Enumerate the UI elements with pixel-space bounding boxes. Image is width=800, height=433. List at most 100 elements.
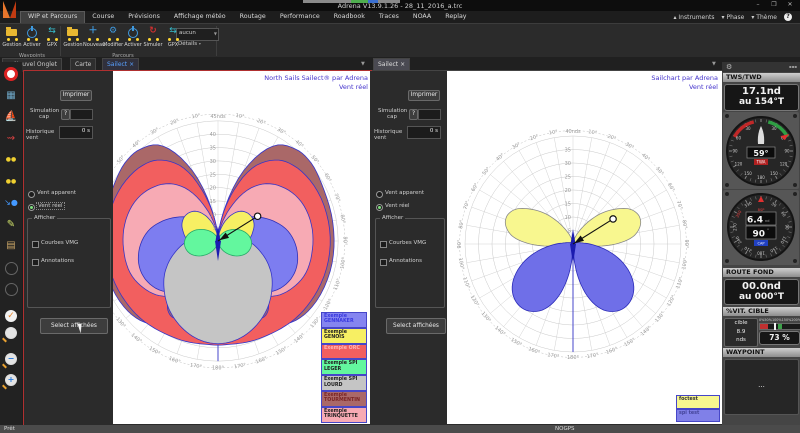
vent-reel-radio[interactable] — [376, 204, 383, 211]
window-title: Adrena V13.9.1.26 - 28_11_2016_a.trc — [0, 2, 800, 10]
wrench-icon: ⚙ — [105, 26, 121, 41]
edit-waypoint-icon[interactable]: ✎ — [2, 217, 20, 235]
historique-vent-input[interactable]: 0 s — [59, 126, 93, 139]
logbook-icon[interactable]: ▤ — [2, 238, 20, 256]
zoom-area2-icon[interactable] — [2, 281, 20, 299]
menu-tab-course[interactable]: Course — [85, 11, 121, 23]
zoom-out-icon[interactable]: − — [2, 346, 20, 364]
mob-lifebuoy-icon[interactable] — [2, 66, 20, 84]
vent-apparent-radio[interactable] — [28, 191, 35, 198]
left-chart-legend: Exemple GENNAKERExemple GENOISExemple OR… — [321, 312, 367, 423]
wind-cursor-marker[interactable] — [254, 213, 260, 219]
close-button[interactable]: ✕ — [784, 1, 796, 8]
route-dashed-icon[interactable]: ⇝ — [2, 131, 20, 149]
waypoints-pair-icon[interactable]: ●● — [2, 152, 20, 170]
gear-icon[interactable]: ⚙ — [726, 63, 732, 71]
legend-item[interactable]: Exemple GENNAKER — [321, 312, 367, 328]
waypoint-arrow-icon[interactable]: ↘● — [2, 195, 20, 213]
zoom-area1-icon[interactable] — [2, 260, 20, 278]
legend-item[interactable]: Exemple ORC — [321, 344, 367, 360]
annotations-label: Annotations — [389, 258, 422, 264]
boat-speed-value: 6.4 — [747, 216, 763, 226]
annotations-checkbox[interactable] — [380, 259, 387, 266]
ribbon-button-nouveau[interactable]: ＋Nouveau — [83, 25, 103, 48]
menu-tab-performance[interactable]: Performance — [273, 11, 327, 23]
menu-tab-traces[interactable]: Traces — [372, 11, 406, 23]
target-gauge — [759, 323, 800, 330]
menu-tab-noaa[interactable]: NOAA — [406, 11, 438, 23]
instrument-panel-header: ⚙ ▪▪▪ — [722, 62, 800, 72]
svg-text:110°: 110° — [461, 276, 471, 290]
validate-circle-icon[interactable]: ✓ — [2, 303, 20, 321]
waypoint-box[interactable]: ... — [724, 359, 799, 415]
zoom-window-icon[interactable] — [2, 324, 20, 342]
ribbon-button-gestion[interactable]: Gestion — [63, 25, 83, 48]
legend-item[interactable]: foctest — [676, 395, 720, 409]
zoom-in-icon[interactable]: + — [2, 367, 20, 385]
tab-overflow-right-icon[interactable]: ▼ — [712, 61, 716, 67]
courbes-vmg-checkbox[interactable] — [380, 241, 387, 248]
ribbon-button-activer[interactable]: Activer — [123, 25, 143, 48]
menu-item-phase[interactable]: ▾ Phase — [722, 14, 745, 21]
annotations-checkbox[interactable] — [32, 259, 39, 266]
menu-tab-wip-et-parcours[interactable]: WIP et Parcours — [20, 11, 85, 23]
chart-map-icon[interactable]: ▦ — [2, 88, 20, 106]
target-percent-value: 73 % — [759, 331, 800, 345]
simulation-cap-input[interactable] — [418, 109, 441, 120]
right-chart-area[interactable]: 510152025303540nds10°10°20°20°30°30°40°4… — [447, 71, 722, 424]
menu-item-instruments[interactable]: ▴ Instruments — [673, 14, 714, 21]
select-affichees-button[interactable]: Select affichées — [386, 318, 446, 334]
legend-item[interactable]: spi test — [676, 409, 720, 423]
menu-tab-pr-visions[interactable]: Prévisions — [121, 11, 167, 23]
legend-item[interactable]: Exemple GENOIS — [321, 328, 367, 344]
legend-item[interactable]: Exemple SPI LEGER — [321, 359, 367, 375]
ribbon-button-gpx[interactable]: ⇆GPX — [42, 25, 62, 48]
ribbon-button-gestion[interactable]: Gestion — [2, 25, 22, 48]
menu-tab-replay[interactable]: Replay — [438, 11, 473, 23]
svg-text:90°: 90° — [457, 239, 463, 248]
sim-help-button[interactable]: ? — [409, 109, 418, 120]
menu-item-thème[interactable]: ▾ Thème — [751, 14, 777, 21]
vent-reel-radio[interactable] — [28, 204, 35, 211]
boat-route-icon[interactable]: ⛵ — [2, 109, 20, 127]
maximize-button[interactable]: ❐ — [768, 1, 780, 8]
svg-text:10: 10 — [565, 215, 571, 221]
tab-overflow-left-icon[interactable]: ▼ — [361, 61, 365, 67]
gauge-pointer — [774, 323, 776, 330]
menu-tab-routage[interactable]: Routage — [233, 11, 273, 23]
menu-tab-affichage-m-t-o[interactable]: Affichage météo — [167, 11, 233, 23]
ribbon-button-activer[interactable]: Activer — [22, 25, 42, 48]
sim-help-button[interactable]: ? — [61, 109, 70, 120]
help-icon[interactable]: ? — [784, 13, 792, 21]
svg-text:20: 20 — [210, 186, 216, 192]
select-affichees-button[interactable]: Select affichées — [40, 318, 108, 334]
minimize-button[interactable]: – — [752, 1, 764, 8]
ribbon-button-label: Activer — [123, 42, 143, 48]
historique-vent-input[interactable]: 0 s — [407, 126, 441, 139]
cible-box: cible 8.9 nds — [724, 318, 758, 347]
wind-cursor-marker[interactable] — [610, 216, 616, 222]
legend-item[interactable]: Exemple TRINQUETTE — [321, 407, 367, 423]
legend-item[interactable]: Exemple TOURMENTIN — [321, 391, 367, 407]
print-button[interactable]: Imprimer — [408, 90, 440, 101]
vent-apparent-radio[interactable] — [376, 191, 383, 198]
svg-text:150°: 150° — [275, 345, 289, 356]
top-accent-strip — [303, 0, 400, 3]
simulation-cap-input[interactable] — [70, 109, 93, 120]
courbes-vmg-checkbox[interactable] — [32, 241, 39, 248]
legend-item[interactable]: Exemple SPI LOURD — [321, 375, 367, 391]
twa-dial: 30306060909012012015015018059°TWA — [723, 112, 799, 189]
menu-right: ▴ Instruments ▾ Phase ▾ Thème? — [673, 13, 792, 21]
power-icon — [125, 26, 141, 41]
svg-text:80°: 80° — [339, 214, 347, 224]
menu-tab-roadbook[interactable]: Roadbook — [327, 11, 372, 23]
svg-text:30°: 30° — [149, 127, 160, 137]
waypoints-pair2-icon[interactable]: ●● — [2, 174, 20, 192]
svg-text:130°: 130° — [480, 311, 493, 324]
ribbon-button-gpx[interactable]: ⇆GPX — [163, 25, 183, 48]
svg-text:140°: 140° — [640, 325, 653, 338]
print-button[interactable]: Imprimer — [60, 90, 92, 101]
ribbon-button-simuler[interactable]: ↻Simuler — [143, 25, 163, 48]
reload-icon: ↻ — [145, 26, 161, 41]
ribbon-button-modifier[interactable]: ⚙Modifier — [103, 25, 123, 48]
